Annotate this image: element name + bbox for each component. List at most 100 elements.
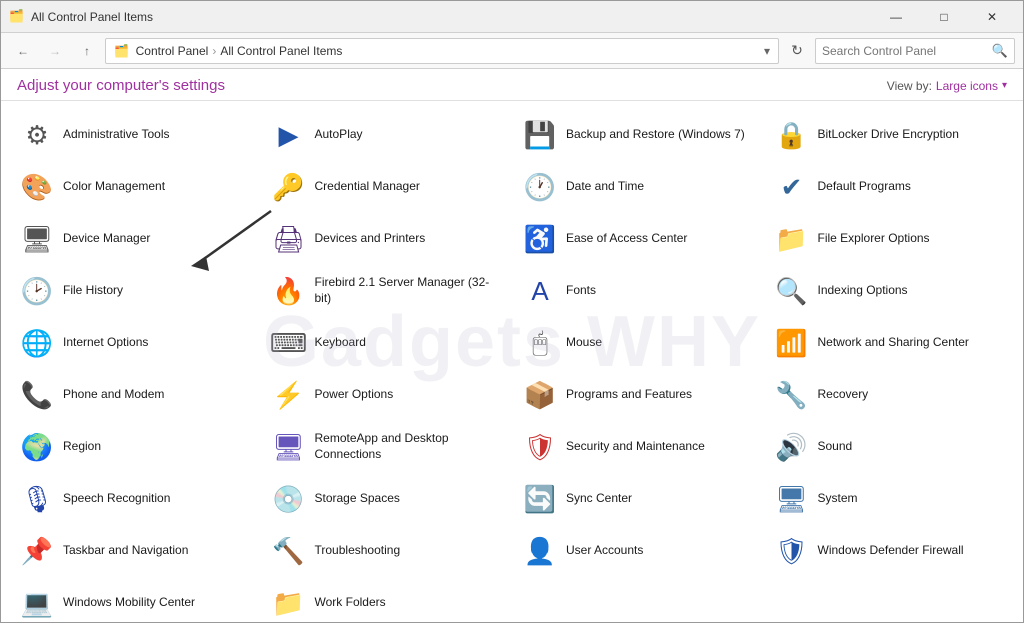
indexing-icon: 🔍 — [776, 275, 808, 307]
file-explorer-icon: 📁 — [776, 223, 808, 255]
speech-recog-icon: 🎙 — [21, 483, 53, 515]
cp-item-device-mgr[interactable]: 🖥Device Manager — [9, 213, 261, 265]
dropdown-arrow[interactable]: ▾ — [764, 44, 770, 58]
cp-item-storage-spaces[interactable]: 💿Storage Spaces — [261, 473, 513, 525]
internet-opt-label: Internet Options — [63, 335, 148, 351]
fonts-icon: A — [524, 275, 556, 307]
autoplay-label: AutoPlay — [315, 127, 363, 143]
cp-item-backup[interactable]: 💾Backup and Restore (Windows 7) — [512, 109, 764, 161]
power-opt-icon: ⚡ — [273, 379, 305, 411]
cp-item-bitlocker[interactable]: 🔒BitLocker Drive Encryption — [764, 109, 1016, 161]
app-icon: 🗂️ — [9, 9, 25, 25]
storage-spaces-label: Storage Spaces — [315, 491, 400, 507]
breadcrumb-allitems: All Control Panel Items — [220, 44, 342, 58]
cp-item-datetime[interactable]: 🕐Date and Time — [512, 161, 764, 213]
search-input[interactable] — [822, 44, 988, 58]
title-bar: 🗂️ All Control Panel Items — □ ✕ — [1, 1, 1023, 33]
bitlocker-label: BitLocker Drive Encryption — [818, 127, 959, 143]
search-icon: 🔍 — [992, 43, 1008, 59]
refresh-button[interactable]: ↻ — [783, 37, 811, 65]
taskbar-nav-icon: 📌 — [21, 535, 53, 567]
view-by-control[interactable]: View by: Large icons ▾ — [887, 79, 1007, 93]
work-folders-label: Work Folders — [315, 595, 386, 611]
user-accounts-icon: 👤 — [524, 535, 556, 567]
cp-item-devices-print[interactable]: 🖨Devices and Printers — [261, 213, 513, 265]
cp-item-mouse[interactable]: 🖱Mouse — [512, 317, 764, 369]
cp-item-power-opt[interactable]: ⚡Power Options — [261, 369, 513, 421]
phone-modem-icon: 📞 — [21, 379, 53, 411]
keyboard-icon: ⌨ — [273, 327, 305, 359]
back-button[interactable]: ← — [9, 37, 37, 65]
cp-item-admin-tools[interactable]: ⚙Administrative Tools — [9, 109, 261, 161]
up-button[interactable]: ↑ — [73, 37, 101, 65]
title-bar-left: 🗂️ All Control Panel Items — [9, 9, 153, 25]
address-bar: ← → ↑ 🗂️ Control Panel › All Control Pan… — [1, 33, 1023, 69]
security-maint-label: Security and Maintenance — [566, 439, 705, 455]
cp-item-credential[interactable]: 🔑Credential Manager — [261, 161, 513, 213]
cp-item-speech-recog[interactable]: 🎙 Speech Recognition — [9, 473, 261, 525]
cp-item-net-sharing[interactable]: 📶Network and Sharing Center — [764, 317, 1016, 369]
address-path[interactable]: 🗂️ Control Panel › All Control Panel Ite… — [105, 38, 779, 64]
cp-item-phone-modem[interactable]: 📞 Phone and Modem — [9, 369, 261, 421]
adjust-settings-label: Adjust your computer's settings — [17, 77, 225, 94]
cp-item-sound[interactable]: 🔊Sound — [764, 421, 1016, 473]
cp-item-file-history[interactable]: 🕑 File History — [9, 265, 261, 317]
cp-item-troubleshoot[interactable]: 🔨 Troubleshooting — [261, 525, 513, 577]
cp-item-internet-opt[interactable]: 🌐Internet Options — [9, 317, 261, 369]
cp-item-win-defender[interactable]: 🛡Windows Defender Firewall — [764, 525, 1016, 577]
speech-recog-label: Speech Recognition — [63, 491, 170, 507]
breadcrumb-controlpanel: 🗂️ Control Panel — [114, 44, 208, 58]
cp-item-indexing[interactable]: 🔍 Indexing Options — [764, 265, 1016, 317]
cp-item-ease-access[interactable]: ♿ Ease of Access Center — [512, 213, 764, 265]
cp-item-security-maint[interactable]: 🛡Security and Maintenance — [512, 421, 764, 473]
cp-item-programs-feat[interactable]: 📦Programs and Features — [512, 369, 764, 421]
fonts-label: Fonts — [566, 283, 596, 299]
cp-item-user-accounts[interactable]: 👤User Accounts — [512, 525, 764, 577]
cp-item-autoplay[interactable]: ▶AutoPlay — [261, 109, 513, 161]
region-label: Region — [63, 439, 101, 455]
phone-modem-label: Phone and Modem — [63, 387, 164, 403]
troubleshoot-icon: 🔨 — [273, 535, 305, 567]
view-by-value[interactable]: Large icons — [936, 79, 998, 93]
cp-item-default-prog[interactable]: ✔Default Programs — [764, 161, 1016, 213]
cp-item-keyboard[interactable]: ⌨Keyboard — [261, 317, 513, 369]
system-icon: 🖥 — [776, 483, 808, 515]
device-mgr-label: Device Manager — [63, 231, 150, 247]
programs-feat-icon: 📦 — [524, 379, 556, 411]
cp-item-color-mgmt[interactable]: 🎨 Color Management — [9, 161, 261, 213]
recovery-icon: 🔧 — [776, 379, 808, 411]
admin-tools-label: Administrative Tools — [63, 127, 170, 143]
troubleshoot-label: Troubleshooting — [315, 543, 401, 559]
cp-item-sync-center[interactable]: 🔄Sync Center — [512, 473, 764, 525]
search-box[interactable]: 🔍 — [815, 38, 1015, 64]
firebird-icon: 🔥 — [273, 275, 305, 307]
cp-item-taskbar-nav[interactable]: 📌Taskbar and Navigation — [9, 525, 261, 577]
cp-item-recovery[interactable]: 🔧Recovery — [764, 369, 1016, 421]
color-mgmt-label: Color Management — [63, 179, 165, 195]
content-header: Adjust your computer's settings View by:… — [1, 69, 1023, 101]
view-by-caret[interactable]: ▾ — [1002, 80, 1007, 91]
cp-item-region[interactable]: 🌍Region — [9, 421, 261, 473]
indexing-label: Indexing Options — [818, 283, 908, 299]
credential-icon: 🔑 — [273, 171, 305, 203]
remote-app-icon: 🖥 — [273, 431, 305, 463]
remote-app-label: RemoteApp and Desktop Connections — [315, 431, 501, 462]
items-grid: ⚙Administrative Tools▶AutoPlay💾Backup an… — [1, 101, 1023, 624]
maximize-button[interactable]: □ — [921, 1, 967, 33]
cp-item-firebird[interactable]: 🔥Firebird 2.1 Server Manager (32-bit) — [261, 265, 513, 317]
close-button[interactable]: ✕ — [969, 1, 1015, 33]
cp-item-fonts[interactable]: A Fonts — [512, 265, 764, 317]
cp-item-system[interactable]: 🖥System — [764, 473, 1016, 525]
ease-access-label: Ease of Access Center — [566, 231, 687, 247]
file-history-icon: 🕑 — [21, 275, 53, 307]
forward-button[interactable]: → — [41, 37, 69, 65]
backup-label: Backup and Restore (Windows 7) — [566, 127, 745, 143]
cp-item-file-explorer[interactable]: 📁File Explorer Options — [764, 213, 1016, 265]
minimize-button[interactable]: — — [873, 1, 919, 33]
file-history-label: File History — [63, 283, 123, 299]
ease-access-icon: ♿ — [524, 223, 556, 255]
color-mgmt-icon: 🎨 — [21, 171, 53, 203]
cp-item-win-mobility[interactable]: 💻Windows Mobility Center — [9, 577, 261, 624]
cp-item-work-folders[interactable]: 📁Work Folders — [261, 577, 513, 624]
cp-item-remote-app[interactable]: 🖥 RemoteApp and Desktop Connections — [261, 421, 513, 473]
